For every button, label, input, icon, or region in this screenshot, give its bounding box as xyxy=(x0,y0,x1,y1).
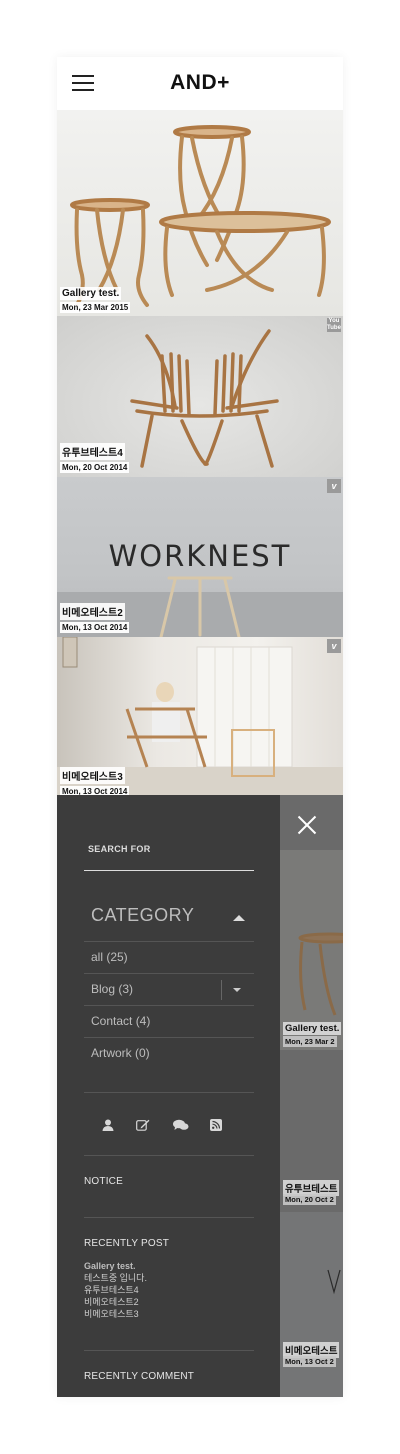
category-item[interactable]: Blog (3) xyxy=(84,973,254,1005)
post-caption: 유투브테스트4 Mon, 20 Oct 2014 xyxy=(60,443,130,473)
divider xyxy=(84,1092,254,1093)
peek-post: 비메오테스트 Mon, 13 Oct 2 xyxy=(280,1212,343,1397)
post-date: Mon, 23 Mar 2015 xyxy=(60,302,131,313)
dimmed-content[interactable]: Gallery test. Mon, 23 Mar 2 유투브테스트 Mon, … xyxy=(280,795,343,1397)
post-date: Mon, 13 Oct 2014 xyxy=(60,786,130,795)
search-label: SEARCH FOR xyxy=(88,844,151,854)
category-item[interactable]: Contact (4) xyxy=(84,1005,254,1037)
site-logo[interactable]: AND+ xyxy=(57,71,343,95)
user-icon[interactable] xyxy=(102,1119,116,1133)
phone-frame: AND+ Gallery test. Mon, 23 Mar 2015 You … xyxy=(57,57,343,1397)
post-caption: 비메오테스트3 Mon, 13 Oct 2014 xyxy=(60,767,130,795)
category-item[interactable]: all (25) xyxy=(84,941,254,973)
peek-date: Mon, 23 Mar 2 xyxy=(283,1036,337,1047)
post-title[interactable]: 비메오테스트2 xyxy=(60,603,125,620)
post-caption: Gallery test. Mon, 23 Mar 2015 xyxy=(60,283,131,313)
worknest-text: WORKNEST xyxy=(108,539,292,573)
post-caption: 비메오테스트2 Mon, 13 Oct 2014 xyxy=(60,603,130,633)
recent-comment-title: RECENTLY COMMENT xyxy=(84,1371,195,1382)
post-title[interactable]: 비메오테스트3 xyxy=(60,767,125,784)
post-card[interactable]: Gallery test. Mon, 23 Mar 2015 xyxy=(57,110,343,316)
category-label: Blog (3) xyxy=(91,982,134,996)
site-header: AND+ xyxy=(57,57,343,110)
peek-post: 유투브테스트 Mon, 20 Oct 2 xyxy=(280,1050,343,1212)
recent-post-link[interactable]: Gallery test. xyxy=(84,1260,254,1272)
recent-post-link[interactable]: 유투브테스트4 xyxy=(84,1284,254,1296)
peek-date: Mon, 13 Oct 2 xyxy=(283,1356,336,1367)
rss-icon[interactable] xyxy=(210,1119,224,1133)
stools-image xyxy=(298,932,343,1016)
category-title[interactable]: CATEGORY xyxy=(91,905,194,926)
recent-post-link[interactable]: 테스트중 입니다. xyxy=(84,1272,254,1284)
recent-post-link[interactable]: 비메오테스트2 xyxy=(84,1296,254,1308)
youtube-badge-icon: You Tube xyxy=(327,318,341,332)
post-date: Mon, 13 Oct 2014 xyxy=(60,622,130,633)
post-date: Mon, 20 Oct 2014 xyxy=(60,462,130,473)
close-icon[interactable] xyxy=(297,815,317,835)
recent-post-link[interactable]: 비메오테스트3 xyxy=(84,1308,254,1320)
post-card[interactable]: 비메오테스트3 Mon, 13 Oct 2014 v xyxy=(57,637,343,795)
side-drawer: SEARCH FOR CATEGORY all (25) Blog (3) Co… xyxy=(57,795,280,1397)
comments-icon[interactable] xyxy=(173,1119,189,1133)
vimeo-badge-icon: v xyxy=(327,639,341,653)
post-title[interactable]: 유투브테스트4 xyxy=(60,443,125,460)
category-list: all (25) Blog (3) Contact (4) Artwork (0… xyxy=(84,941,254,1069)
menu-overlay: SEARCH FOR CATEGORY all (25) Blog (3) Co… xyxy=(57,795,343,1397)
post-card[interactable]: WORKNEST v 비메오테스트2 Mon, 13 Oct 2014 xyxy=(57,477,343,637)
notice-title: NOTICE xyxy=(84,1176,123,1187)
worknest-image xyxy=(327,1269,341,1295)
category-label: Artwork (0) xyxy=(91,1046,150,1060)
recent-post-list: Gallery test. 테스트중 입니다. 유투브테스트4 비메오테스트2 … xyxy=(84,1260,254,1320)
edit-icon[interactable] xyxy=(136,1119,150,1133)
post-card[interactable]: You Tube 유투브테스트4 Mon, 20 Oct 2014 xyxy=(57,316,343,477)
vimeo-badge-icon: v xyxy=(327,479,341,493)
recent-post-title: RECENTLY POST xyxy=(84,1238,170,1249)
icon-row xyxy=(84,1111,254,1141)
search-input[interactable] xyxy=(84,870,254,871)
category-label: Contact (4) xyxy=(91,1014,151,1028)
post-title[interactable]: Gallery test. xyxy=(60,287,122,300)
peek-title: Gallery test. xyxy=(283,1022,342,1035)
category-item[interactable]: Artwork (0) xyxy=(84,1037,254,1069)
chevron-down-icon[interactable] xyxy=(221,980,254,1000)
divider xyxy=(84,1217,254,1218)
peek-post: Gallery test. Mon, 23 Mar 2 xyxy=(280,850,343,1050)
peek-date: Mon, 20 Oct 2 xyxy=(283,1194,336,1205)
divider xyxy=(84,1155,254,1156)
close-area xyxy=(280,795,343,850)
caret-up-icon[interactable] xyxy=(233,915,245,921)
divider xyxy=(84,1350,254,1351)
category-label: all (25) xyxy=(91,950,128,964)
